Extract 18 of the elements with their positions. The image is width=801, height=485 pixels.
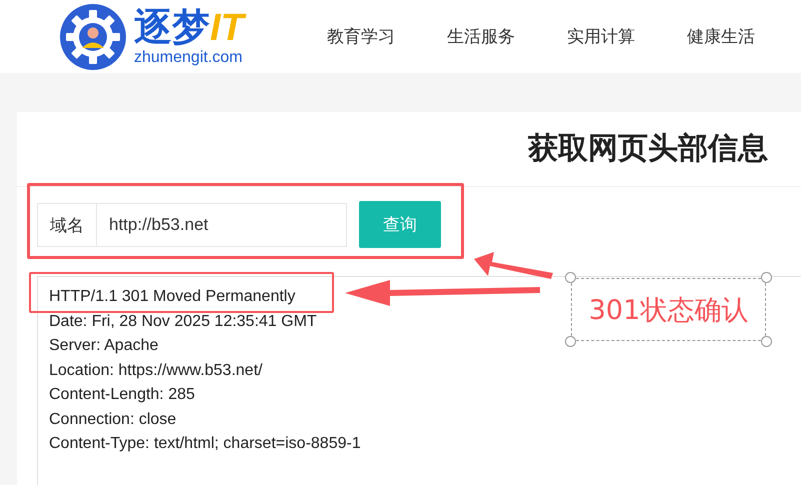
nav-link[interactable]: 实用计算 [567, 25, 635, 48]
header-line: Date: Fri, 28 Nov 2025 12:35:41 GMT [49, 312, 317, 332]
nav-link[interactable]: 健康生活 [687, 25, 755, 48]
nav-link[interactable]: 教育学习 [327, 25, 395, 48]
header-line: Location: https://www.b53.net/ [49, 360, 262, 380]
header-line: Server: Apache [49, 336, 158, 356]
header-line: HTTP/1.1 301 Moved Permanently [49, 287, 296, 307]
page-title: 获取网页头部信息 [17, 124, 801, 187]
header-line: Content-Type: text/html; charset=iso-8859-1 [49, 434, 361, 454]
gear-person-logo-icon [60, 4, 126, 70]
domain-label: 域名 [37, 202, 97, 246]
nav-link[interactable]: 生活服务 [447, 25, 515, 48]
domain-input-field[interactable]: http://b53.net [97, 202, 347, 246]
header-line: Connection: close [49, 410, 176, 430]
annotation-text: 301状态确认 [588, 294, 748, 328]
site-domain: zhumengit.com [134, 50, 244, 66]
header-line: Content-Length: 285 [49, 385, 195, 405]
site-logo-name[interactable]: 逐梦 [134, 8, 210, 46]
